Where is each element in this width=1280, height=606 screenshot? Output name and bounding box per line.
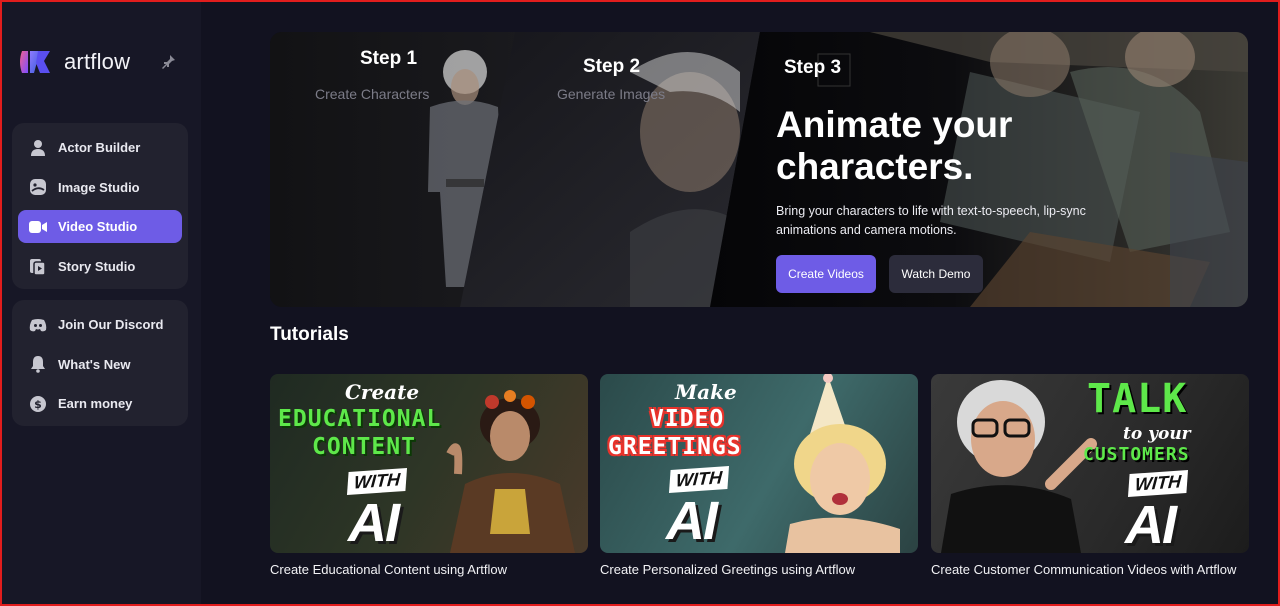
sidebar-item-whats-new[interactable]: What's New xyxy=(18,348,182,381)
tutorial-thumbnail[interactable]: Make VIDEO GREETINGS WITH AI xyxy=(600,374,918,553)
hero-description: Bring your characters to life with text-… xyxy=(776,204,1086,237)
sidebar-item-label: What's New xyxy=(58,356,131,372)
sidebar-item-label: Video Studio xyxy=(58,219,138,235)
sidebar: artflow Actor Builder Image Studio Video… xyxy=(2,2,201,604)
sidebar-item-label: Join Our Discord xyxy=(58,317,164,332)
thumb-script-text: to your xyxy=(1123,424,1191,444)
person-icon xyxy=(28,138,48,158)
image-face-icon xyxy=(28,177,48,197)
discord-icon xyxy=(28,315,48,335)
thumb-script-text: Create xyxy=(345,380,420,404)
hero-title: Animate your characters. xyxy=(776,104,1013,187)
tutorial-thumbnail[interactable]: Create EDUCATIONAL CONTENT WITH AI xyxy=(270,374,588,553)
step-3-label: Step 3 xyxy=(784,57,842,78)
thumb-headline-2: GREETINGS xyxy=(608,434,742,460)
sidebar-item-story-studio[interactable]: Story Studio xyxy=(18,250,182,283)
dollar-icon: $ xyxy=(28,394,48,414)
artflow-logo-icon xyxy=(18,47,52,77)
tutorial-card-greetings[interactable]: Make VIDEO GREETINGS WITH AI Create Pers… xyxy=(600,374,918,577)
create-videos-button[interactable]: Create Videos xyxy=(776,255,876,293)
tutorial-thumbnail[interactable]: TALK to your CUSTOMERS WITH AI xyxy=(931,374,1249,553)
sidebar-item-label: Story Studio xyxy=(58,259,136,275)
bell-icon xyxy=(28,354,48,374)
thumb-ai-text: AI xyxy=(666,491,718,551)
sidebar-item-label: Actor Builder xyxy=(58,140,141,155)
secondary-nav: Join Our Discord What's New $ Earn money xyxy=(12,300,188,426)
thumb-with-badge: WITH xyxy=(668,466,730,493)
story-pages-icon xyxy=(28,257,48,277)
sidebar-item-actor-builder[interactable]: Actor Builder xyxy=(18,131,182,164)
thumb-ai-text: AI xyxy=(348,493,400,553)
tutorial-caption[interactable]: Create Customer Communication Videos wit… xyxy=(931,562,1249,577)
thumb-script-text: Make xyxy=(675,380,737,404)
tutorial-card-educational[interactable]: Create EDUCATIONAL CONTENT WITH AI Creat… xyxy=(270,374,588,577)
tutorial-caption[interactable]: Create Personalized Greetings using Artf… xyxy=(600,562,918,577)
hero-banner: Step 1 Create Characters Step 2 Generate… xyxy=(270,32,1248,307)
thumb-with-badge: WITH xyxy=(1127,470,1189,497)
thumb-headline-1: TALK xyxy=(1087,376,1188,422)
logo[interactable]: artflow xyxy=(18,46,188,78)
step-2-label: Step 2 xyxy=(583,56,641,77)
thumb-headline-1: EDUCATIONAL xyxy=(278,406,442,432)
step-1-label: Step 1 xyxy=(360,48,418,69)
sidebar-item-discord[interactable]: Join Our Discord xyxy=(18,308,182,341)
thumb-with-badge: WITH xyxy=(346,468,408,495)
sidebar-item-label: Image Studio xyxy=(58,179,140,195)
portrait-illustration xyxy=(446,390,575,553)
tutorials-heading: Tutorials xyxy=(270,324,349,345)
sidebar-item-earn-money[interactable]: $ Earn money xyxy=(18,387,182,420)
step-2-subtitle: Generate Images xyxy=(557,86,666,102)
sidebar-item-video-studio[interactable]: Video Studio xyxy=(18,210,182,244)
pin-icon[interactable] xyxy=(160,54,176,70)
sidebar-item-label: Earn money xyxy=(58,396,133,411)
thumb-headline-2: CUSTOMERS xyxy=(1083,444,1190,465)
sidebar-item-image-studio[interactable]: Image Studio xyxy=(18,171,182,204)
portrait-illustration xyxy=(785,374,900,553)
hero-background-image xyxy=(270,32,1248,307)
tutorial-caption[interactable]: Create Educational Content using Artflow xyxy=(270,562,588,577)
svg-text:$: $ xyxy=(34,398,42,411)
video-camera-icon xyxy=(28,217,48,237)
thumb-headline-2: CONTENT xyxy=(312,434,416,460)
step-1-subtitle: Create Characters xyxy=(315,86,430,102)
primary-nav: Actor Builder Image Studio Video Studio … xyxy=(12,123,188,289)
app-name: artflow xyxy=(64,49,131,74)
thumb-ai-text: AI xyxy=(1125,495,1177,553)
thumb-headline-1: VIDEO xyxy=(650,406,725,432)
tutorial-card-customers[interactable]: TALK to your CUSTOMERS WITH AI Create Cu… xyxy=(931,374,1249,577)
watch-demo-button[interactable]: Watch Demo xyxy=(889,255,983,293)
